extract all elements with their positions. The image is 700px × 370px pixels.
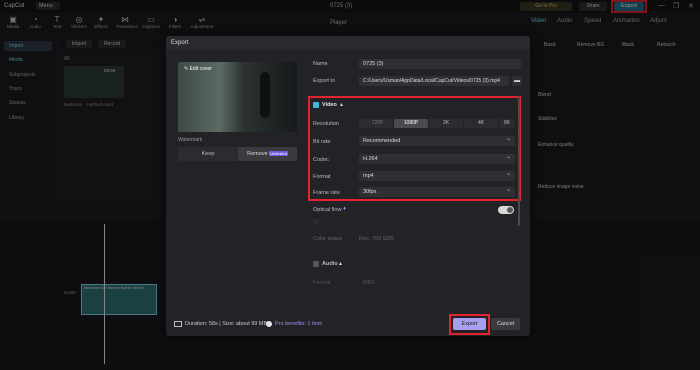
resolution-2k[interactable]: 2K <box>429 119 463 128</box>
color-space-label: Color space <box>313 236 343 242</box>
resolution-1080p[interactable]: 1080P <box>394 119 428 128</box>
framerate-label: Frame rate <box>313 190 340 196</box>
audio-format-label: Format <box>313 280 331 286</box>
export-to-label: Export to <box>313 78 336 84</box>
export-info: Duration: 58s | Size: about 99 MB <box>185 321 268 327</box>
audio-section-title[interactable]: Audio <box>322 261 338 267</box>
cancel-button[interactable]: Cancel <box>491 318 520 330</box>
keep-watermark-button[interactable]: Keep <box>178 147 238 161</box>
film-icon <box>174 321 182 327</box>
bitrate-label: Bit rate <box>313 139 331 145</box>
cover-preview-object <box>260 72 270 118</box>
chevron-up-icon[interactable]: ▴ <box>340 101 343 108</box>
video-checkbox[interactable] <box>313 102 319 108</box>
codec-select[interactable]: H.264 <box>359 152 515 164</box>
resolution-4k[interactable]: 4K <box>464 119 498 128</box>
optical-flow-label: Optical flow <box>313 207 342 213</box>
watermark-label: Watermark <box>178 137 203 143</box>
folder-icon[interactable]: ▬ <box>512 76 522 86</box>
format-label: Format <box>313 174 331 180</box>
framerate-select[interactable]: 30fps <box>359 185 515 197</box>
format-select[interactable]: mp4 <box>359 169 515 181</box>
name-input[interactable]: 0725 (3) <box>359 59 521 69</box>
diamond-icon: ♦ <box>343 206 347 212</box>
pro-icon <box>266 321 272 327</box>
edit-cover-button[interactable]: ✎ Edit cover <box>184 66 212 72</box>
cover-preview[interactable] <box>178 62 297 132</box>
pro-benefits-link[interactable]: Pro benefits: 1 item <box>275 321 322 327</box>
video-section-title[interactable]: Video <box>322 102 337 108</box>
info-icon[interactable]: ⓘ <box>313 218 319 226</box>
color-space-value: Rec. 709 SDR <box>359 236 395 242</box>
dialog-scrollbar[interactable] <box>518 96 520 226</box>
resolution-8k[interactable]: 8K <box>499 119 515 128</box>
audio-format-value: MP3 <box>363 280 375 286</box>
highlight-video-settings <box>308 96 521 201</box>
resolution-720p[interactable]: ◦ 720P <box>359 119 393 128</box>
audio-checkbox[interactable] <box>313 261 319 267</box>
bitrate-select[interactable]: Recommended <box>359 134 515 146</box>
remove-watermark-button[interactable]: Remove Unlimited <box>238 147 297 161</box>
optical-flow-toggle[interactable] <box>498 206 514 214</box>
export-dialog-title: Export <box>171 40 189 46</box>
name-label: Name <box>313 61 328 67</box>
resolution-label: Resolution <box>313 121 339 127</box>
remove-label: Remove <box>247 151 268 157</box>
edit-cover-label: Edit cover <box>189 66 212 72</box>
chevron-up-icon[interactable]: ▴ <box>339 260 342 267</box>
res-label: 720P <box>371 120 384 126</box>
export-path-input[interactable]: C:/Users/Usman/AppData/Local/CapCut/Vide… <box>359 76 509 86</box>
unlimited-badge: Unlimited <box>269 151 288 156</box>
export-dialog-header <box>166 36 530 50</box>
export-button[interactable]: Export <box>453 318 486 330</box>
codec-label: Codec <box>313 157 329 163</box>
